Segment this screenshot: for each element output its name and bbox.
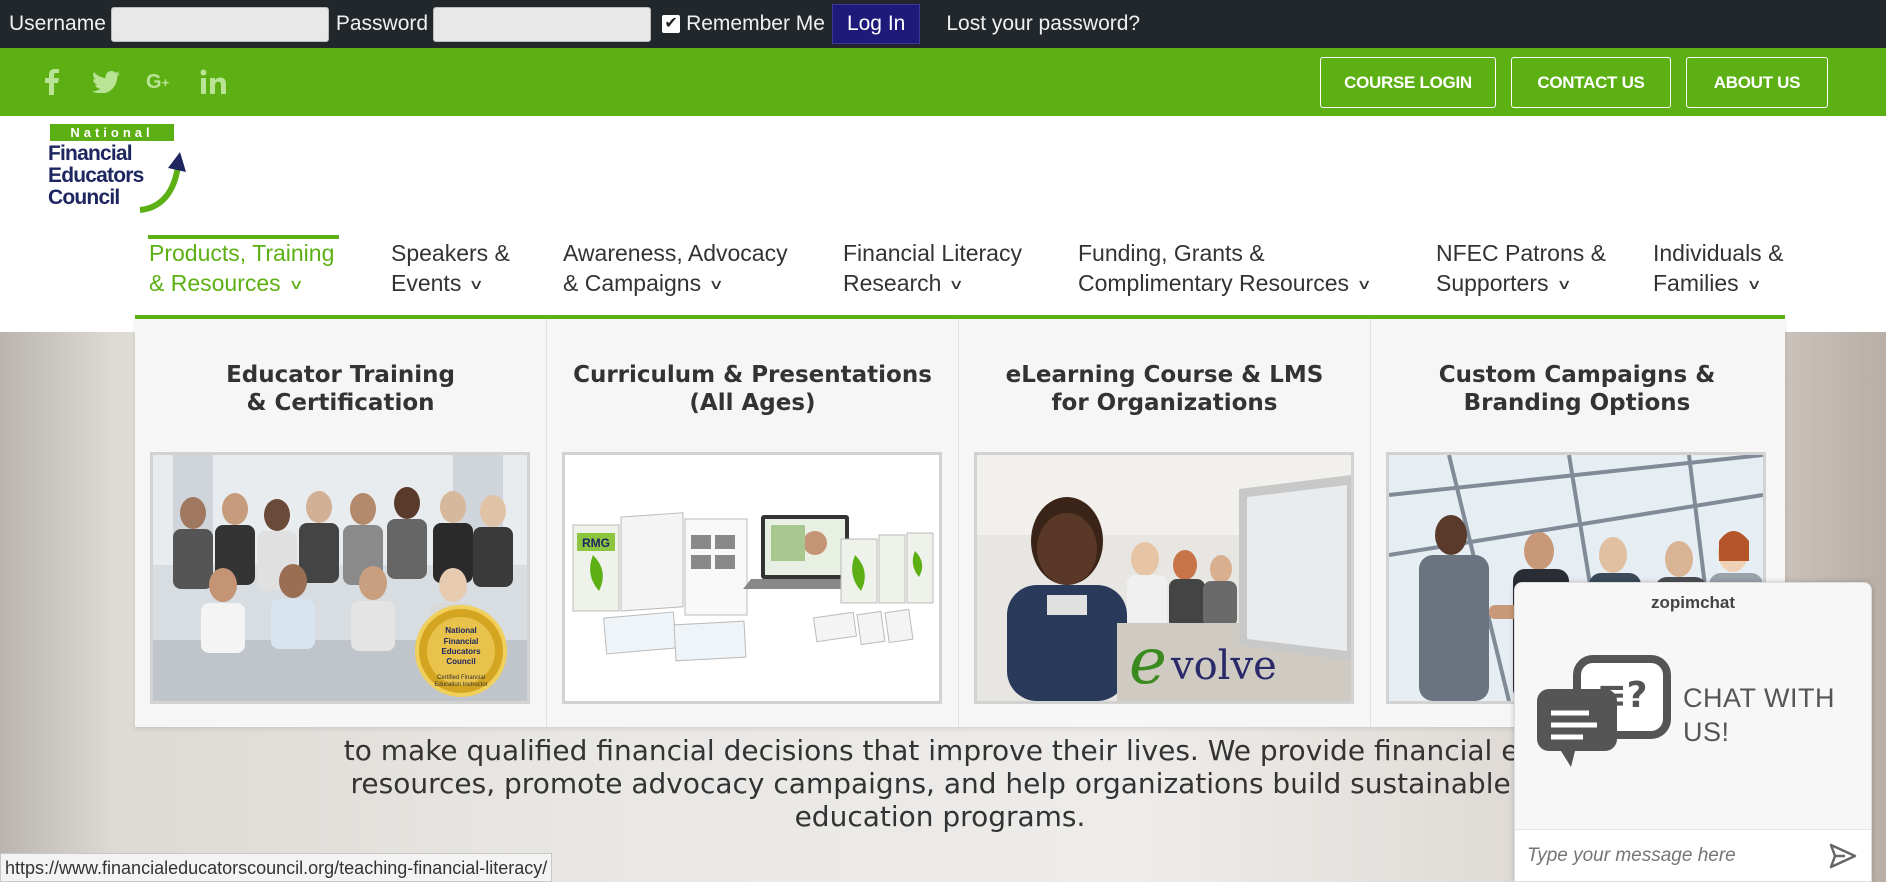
menu-item-title: eLearning Course & LMS for Organizations xyxy=(1005,362,1324,416)
badge-text: Certified Financial xyxy=(437,675,485,681)
nav-label-line1: Awareness, Advocacy xyxy=(563,240,788,266)
logo-line-educators: Educators xyxy=(48,164,144,187)
nav-label-line1: NFEC Patrons & xyxy=(1436,240,1606,266)
evolve-logo-e: e xyxy=(1129,625,1167,699)
header-bar: G + COURSE LOGIN CONTACT US ABOUT US xyxy=(0,48,1886,116)
menu-item-educator-training[interactable]: Educator Training & Certification Nation… xyxy=(135,319,547,727)
nav-nfec-patrons[interactable]: NFEC Patrons & Supporters ∨ xyxy=(1436,238,1606,301)
chat-brand: zopimchat xyxy=(1650,593,1736,612)
hero-text-line2: resources, promote advocacy campaigns, a… xyxy=(350,767,1530,800)
chevron-down-icon: ∨ xyxy=(288,276,304,292)
browser-status-url: https://www.financialeducatorscouncil.or… xyxy=(0,853,553,882)
send-icon[interactable] xyxy=(1829,843,1857,869)
nav-funding-grants[interactable]: Funding, Grants & Complimentary Resource… xyxy=(1078,238,1372,301)
educator-training-image[interactable]: National Financial Educators Council Cer… xyxy=(150,452,530,704)
badge-text: Education Instructor xyxy=(434,682,487,688)
menu-item-title: Educator Training & Certification xyxy=(226,362,455,416)
nav-label-line1: Products, Training xyxy=(149,240,335,266)
menu-item-elearning[interactable]: eLearning Course & LMS for Organizations… xyxy=(959,319,1371,727)
chevron-down-icon: ∨ xyxy=(1555,276,1572,292)
elearning-image[interactable]: e volve xyxy=(974,452,1354,704)
menu-item-curriculum[interactable]: Curriculum & Presentations (All Ages) RM… xyxy=(547,319,959,727)
contact-us-button[interactable]: CONTACT US xyxy=(1511,57,1671,108)
nav-financial-literacy-research[interactable]: Financial Literacy Research ∨ xyxy=(843,238,1022,301)
nav-speakers-events[interactable]: Speakers & Events ∨ xyxy=(391,238,510,301)
logo-banner: National xyxy=(50,124,174,141)
password-input[interactable] xyxy=(433,6,652,42)
nav-label-line1: Individuals & xyxy=(1653,240,1784,266)
remember-me-checkbox[interactable]: ✔ xyxy=(662,15,681,33)
nav-label-line2: Research xyxy=(843,270,942,296)
facebook-icon[interactable] xyxy=(44,48,60,116)
nav-label-line2: Complimentary Resources xyxy=(1078,270,1349,296)
username-input[interactable] xyxy=(110,6,329,42)
chat-cta-line2: US! xyxy=(1683,717,1730,747)
linkedin-icon[interactable] xyxy=(200,48,226,116)
twitter-icon[interactable] xyxy=(92,48,120,116)
course-login-button[interactable]: COURSE LOGIN xyxy=(1320,57,1496,108)
chevron-down-icon: ∨ xyxy=(948,276,965,292)
chat-cta: CHAT WITH US! xyxy=(1683,681,1835,749)
evolve-logo-text: volve xyxy=(1170,643,1277,689)
nav-label-line2: Events xyxy=(391,270,462,296)
nav-individuals-families[interactable]: Individuals & Families ∨ xyxy=(1653,238,1783,301)
nav-label-line1: Speakers & xyxy=(391,240,510,266)
chat-cta-line1: CHAT WITH xyxy=(1683,683,1835,713)
menu-item-title: Curriculum & Presentations (All Ages) xyxy=(573,362,932,416)
site-logo[interactable]: National Financial Educators Council xyxy=(46,124,188,214)
chat-widget[interactable]: zopimchat ≡? CHAT WITH US! xyxy=(1514,582,1872,882)
password-label: Password xyxy=(335,12,429,35)
remember-me-label: Remember Me xyxy=(686,12,825,35)
badge-text: Council xyxy=(446,657,475,666)
chevron-down-icon: ∨ xyxy=(708,276,724,292)
hero-text-line3: education programs. xyxy=(794,800,1086,833)
badge-text: National xyxy=(445,626,477,635)
login-bar: Username Password ✔ Remember Me Log In L… xyxy=(0,0,1886,48)
chat-input-row xyxy=(1515,829,1871,881)
nav-label-line2: Supporters xyxy=(1436,270,1549,296)
menu-item-title: Custom Campaigns & Branding Options xyxy=(1438,362,1716,416)
username-label: Username xyxy=(9,12,106,35)
badge-text: Educators xyxy=(441,647,481,656)
chevron-down-icon: ∨ xyxy=(1746,276,1762,292)
curriculum-image[interactable]: RMG xyxy=(562,452,942,704)
badge-text: Financial xyxy=(444,637,479,646)
logo-line-financial: Financial xyxy=(48,142,133,165)
nav-label-line2: & Campaigns xyxy=(563,270,702,296)
nav-label-line1: Financial Literacy xyxy=(843,240,1022,266)
nav-awareness-advocacy[interactable]: Awareness, Advocacy & Campaigns ∨ xyxy=(563,238,788,301)
google-plus-icon[interactable]: G + xyxy=(146,48,169,116)
nav-label-line2: Families xyxy=(1653,270,1739,296)
chat-message-input[interactable] xyxy=(1527,842,1817,870)
nav-products-training[interactable]: Products, Training & Resources ∨ xyxy=(149,238,334,301)
about-us-button[interactable]: ABOUT US xyxy=(1686,57,1828,108)
login-button[interactable]: Log In xyxy=(831,4,921,44)
hero-text-line1: to make qualified financial decisions th… xyxy=(343,734,1537,767)
rmg-label: RMG xyxy=(582,536,610,550)
nav-label-line2: & Resources xyxy=(149,270,281,296)
logo-line-council: Council xyxy=(48,186,120,209)
lost-password-link[interactable]: Lost your password? xyxy=(946,12,1140,36)
chevron-down-icon: ∨ xyxy=(1356,276,1372,292)
nav-label-line1: Funding, Grants & xyxy=(1078,240,1265,266)
chevron-down-icon: ∨ xyxy=(468,276,485,292)
chat-bubble-icon: ≡? xyxy=(1537,655,1671,767)
logo-arrow-icon xyxy=(139,152,186,213)
